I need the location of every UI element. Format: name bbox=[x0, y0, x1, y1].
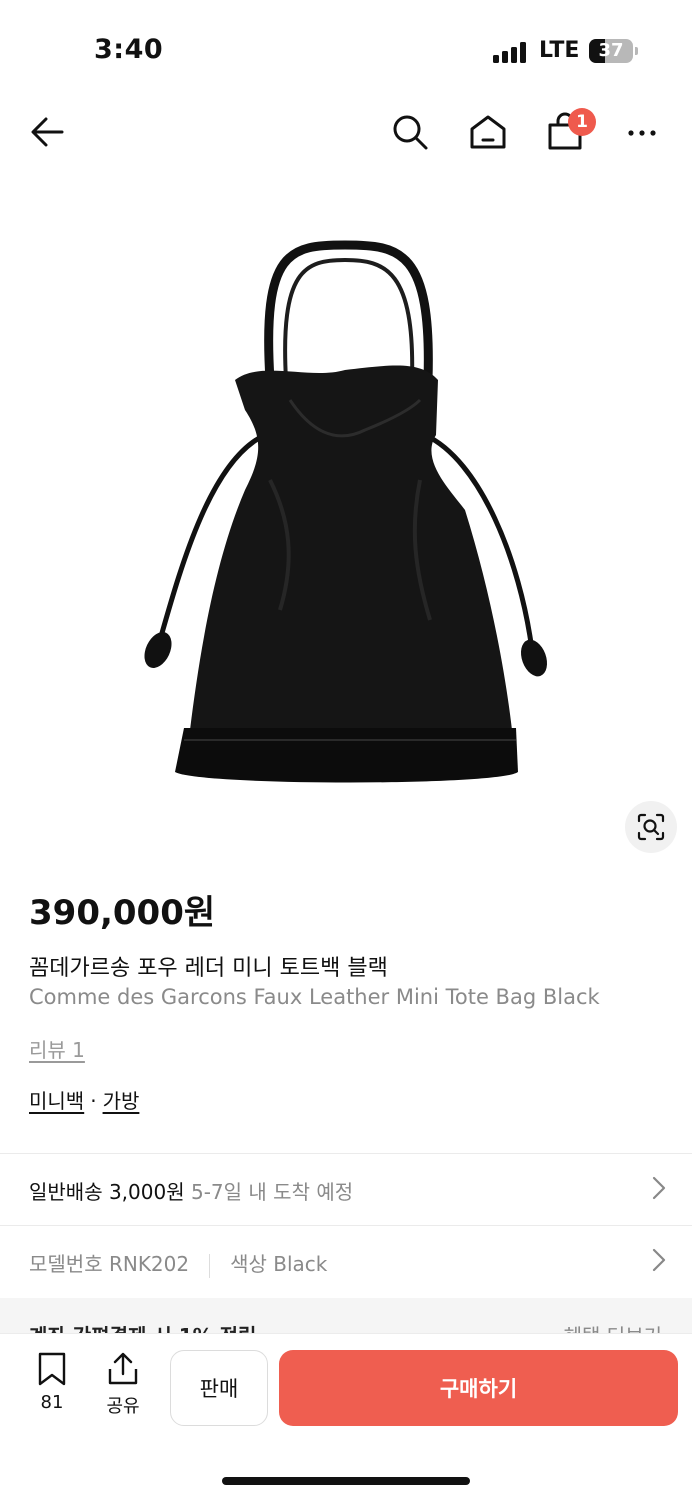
shipping-label: 일반배송 3,000원 bbox=[29, 1180, 185, 1204]
chevron-right-icon bbox=[652, 1248, 666, 1272]
home-icon[interactable] bbox=[468, 112, 508, 152]
shipping-row[interactable]: 일반배송 3,000원 5-7일 내 도착 예정 bbox=[0, 1154, 692, 1224]
cart-badge: 1 bbox=[568, 108, 596, 136]
status-bar: 3:40 LTE 37 bbox=[0, 0, 692, 100]
image-search-button[interactable] bbox=[625, 801, 677, 853]
category-separator: · bbox=[90, 1089, 97, 1113]
more-icon[interactable] bbox=[622, 112, 662, 152]
sell-button[interactable]: 판매 bbox=[170, 1350, 268, 1426]
promo-banner[interactable]: 계좌 간편결제 시 1% 적립 혜택 더보기 bbox=[0, 1298, 692, 1338]
color-spec: 색상 Black bbox=[230, 1252, 328, 1276]
chevron-right-icon bbox=[652, 1176, 666, 1200]
category-link-bag[interactable]: 가방 bbox=[103, 1089, 140, 1113]
bookmark-button[interactable]: 81 bbox=[22, 1352, 82, 1413]
shipping-eta: 5-7일 내 도착 예정 bbox=[190, 1180, 354, 1204]
buy-button[interactable]: 구매하기 bbox=[279, 1350, 678, 1426]
specs-row[interactable]: 모델번호 RNK202 색상 Black bbox=[0, 1226, 692, 1296]
share-button[interactable]: 공유 bbox=[93, 1352, 153, 1418]
product-price: 390,000원 bbox=[29, 893, 216, 933]
status-time: 3:40 bbox=[94, 34, 164, 65]
category-link-mini-bag[interactable]: 미니백 bbox=[29, 1089, 84, 1113]
back-arrow-icon[interactable] bbox=[28, 112, 68, 152]
share-icon bbox=[108, 1352, 138, 1385]
vertical-separator bbox=[209, 1253, 211, 1278]
network-label: LTE bbox=[539, 38, 580, 63]
share-label: 공유 bbox=[106, 1396, 140, 1417]
bookmark-count: 81 bbox=[40, 1392, 64, 1413]
image-search-icon bbox=[637, 813, 665, 841]
review-link[interactable]: 리뷰 1 bbox=[29, 1034, 85, 1063]
search-icon[interactable] bbox=[390, 112, 430, 152]
model-number: 모델번호 RNK202 bbox=[29, 1252, 190, 1276]
category-row: 미니백 · 가방 bbox=[29, 1085, 139, 1114]
home-indicator bbox=[222, 1477, 470, 1485]
product-title-en: Comme des Garcons Faux Leather Mini Tote… bbox=[29, 985, 600, 1009]
product-title-ko: 꼼데가르송 포우 레더 미니 토트백 블랙 bbox=[29, 956, 388, 981]
bookmark-icon bbox=[38, 1352, 66, 1386]
product-image[interactable] bbox=[120, 230, 570, 810]
signal-icon bbox=[493, 41, 529, 63]
battery-level: 37 bbox=[598, 40, 624, 61]
battery-icon: 37 bbox=[589, 39, 633, 63]
bottom-action-bar: 81 공유 판매 구매하기 bbox=[0, 1333, 692, 1500]
battery-cap bbox=[635, 47, 638, 55]
